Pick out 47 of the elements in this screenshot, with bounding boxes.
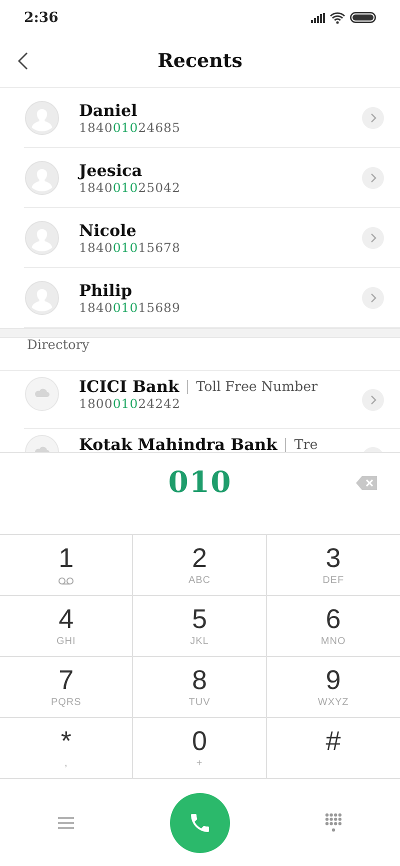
dial-key[interactable]: 8 TUV (133, 657, 267, 718)
dial-key[interactable]: 0 + (133, 718, 267, 779)
dial-key[interactable]: 2 ABC (133, 535, 267, 596)
contact-row[interactable]: ICICI Bank Toll Free Number 180001024242 (0, 371, 400, 429)
avatar-icon (25, 281, 59, 315)
dialpad-button[interactable] (325, 813, 342, 832)
phone-number: 184001015689 (79, 300, 182, 315)
backspace-button[interactable] (356, 475, 378, 491)
chevron-right-icon[interactable] (362, 287, 384, 309)
menu-button[interactable] (58, 816, 74, 830)
contact-name: Nicole (79, 221, 136, 240)
contact-name: Daniel (79, 101, 138, 120)
contact-name: ICICI Bank (79, 377, 180, 396)
status-time: 2:36 (24, 10, 58, 26)
contact-row[interactable]: Nicole 184001015678 (0, 208, 400, 268)
wifi-icon (330, 12, 345, 24)
dial-key[interactable]: * , (0, 718, 134, 779)
section-header: Directory (0, 338, 400, 371)
dial-key[interactable]: 1 (0, 535, 134, 596)
signal-icon (311, 12, 325, 22)
number-label: Toll Free Number (196, 378, 318, 394)
battery-icon (350, 12, 376, 23)
contact-name: Philip (79, 281, 132, 300)
contact-row[interactable]: Jeesica 184001025042 (0, 148, 400, 208)
phone-number: 184001025042 (79, 180, 182, 195)
screen-title: Recents (158, 50, 242, 72)
avatar-icon (25, 161, 59, 195)
dial-key[interactable]: 5 JKL (133, 596, 267, 657)
contact-name: Kotak Mahindra Bank (79, 435, 278, 452)
contact-row[interactable]: Philip 184001015689 (0, 268, 400, 328)
chevron-right-icon[interactable] (362, 107, 384, 129)
cloud-avatar-icon (25, 377, 59, 411)
number-label: Tre (294, 436, 318, 452)
chevron-right-icon[interactable] (362, 389, 384, 411)
dial-key[interactable]: 7 PQRS (0, 657, 134, 718)
phone-number: 184001024685 (79, 120, 182, 135)
contact-row[interactable]: Daniel 184001024685 (0, 88, 400, 148)
voicemail-icon (58, 577, 74, 585)
dialed-number: 010 (168, 465, 232, 499)
chevron-right-icon[interactable] (362, 227, 384, 249)
contact-name: Jeesica (79, 161, 142, 180)
phone-number: 184001015678 (79, 240, 182, 255)
avatar-icon (25, 101, 59, 135)
dial-key[interactable]: 4 GHI (0, 596, 134, 657)
avatar-icon (25, 221, 59, 255)
phone-number: 180001024242 (79, 396, 182, 411)
chevron-right-icon[interactable] (362, 167, 384, 189)
